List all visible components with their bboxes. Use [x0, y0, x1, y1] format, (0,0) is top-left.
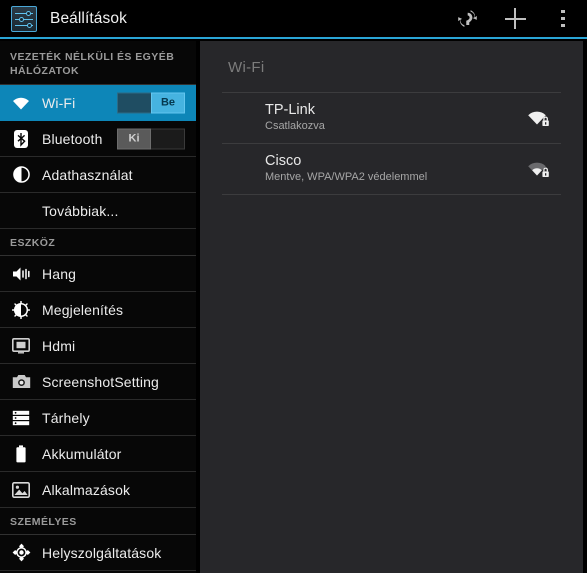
overflow-menu-icon — [561, 9, 565, 28]
overflow-menu-button[interactable] — [539, 0, 587, 37]
bluetooth-icon — [10, 128, 32, 150]
sidebar-item-label: Wi-Fi — [42, 94, 76, 111]
sidebar-item-label: Helyszolgáltatások — [42, 544, 162, 561]
data-usage-icon — [10, 164, 32, 186]
scan-refresh-icon — [457, 10, 477, 27]
location-icon — [10, 542, 32, 564]
battery-icon — [10, 443, 32, 465]
sidebar-item-applications[interactable]: Alkalmazások — [0, 472, 196, 508]
sidebar-item-storage[interactable]: Tárhely — [0, 400, 196, 436]
wifi-icon — [10, 92, 32, 114]
sidebar-item-battery[interactable]: Akkumulátor — [0, 436, 196, 472]
main-body: VEZETÉK NÉLKÜLI ÉS EGYÉB HÁLÓZATOK Wi-Fi… — [0, 41, 587, 573]
sound-icon — [10, 263, 32, 285]
display-brightness-icon — [10, 299, 32, 321]
wifi-content-panel: Wi-Fi TP-Link Csatlakozva Cisco Mentve, … — [197, 41, 587, 573]
network-status: Csatlakozva — [265, 120, 325, 132]
sidebar-item-label: Megjelenítés — [42, 301, 124, 318]
wifi-network-row[interactable]: Cisco Mentve, WPA/WPA2 védelemmel — [222, 144, 561, 195]
sidebar-item-label: Továbbiak... — [42, 202, 119, 219]
bluetooth-toggle[interactable]: Ki — [117, 128, 185, 149]
sidebar-item-display[interactable]: Megjelenítés — [0, 292, 196, 328]
section-header-device: ESZKÖZ — [0, 229, 196, 256]
wifi-signal-low-secured-icon — [525, 158, 551, 180]
storage-icon — [10, 407, 32, 429]
sidebar-item-label: Bluetooth — [42, 130, 103, 147]
section-header-wireless: VEZETÉK NÉLKÜLI ÉS EGYÉB HÁLÓZATOK — [0, 41, 196, 85]
page-title: Beállítások — [50, 9, 127, 27]
action-bar-buttons — [443, 0, 587, 37]
settings-sidebar[interactable]: VEZETÉK NÉLKÜLI ÉS EGYÉB HÁLÓZATOK Wi-Fi… — [0, 41, 197, 573]
sidebar-item-label: ScreenshotSetting — [42, 373, 159, 390]
sidebar-item-wifi[interactable]: Wi-Fi Be — [0, 85, 196, 121]
settings-sliders-icon — [11, 5, 37, 32]
sidebar-item-label: Akkumulátor — [42, 445, 122, 462]
network-name: Cisco — [265, 153, 302, 169]
sidebar-item-sound[interactable]: Hang — [0, 256, 196, 292]
sidebar-item-bluetooth[interactable]: Bluetooth Ki — [0, 121, 196, 157]
sidebar-item-label: Hang — [42, 265, 77, 282]
sidebar-item-more[interactable]: Továbbiak... — [0, 193, 196, 229]
sidebar-item-label: Hdmi — [42, 337, 76, 354]
sidebar-item-data-usage[interactable]: Adathasználat — [0, 157, 196, 193]
sidebar-item-location-services[interactable]: Helyszolgáltatások — [0, 535, 196, 571]
add-icon — [504, 8, 526, 29]
sidebar-item-screenshot-setting[interactable]: ScreenshotSetting — [0, 364, 196, 400]
camera-icon — [10, 371, 32, 393]
settings-app-window: Beállítások VEZETÉK NÉLKÜLI ÉS EGYÉB HÁL… — [0, 0, 587, 573]
sidebar-item-label: Adathasználat — [42, 166, 133, 183]
toggle-thumb: Ki — [117, 128, 151, 149]
wifi-toggle[interactable]: Be — [117, 92, 185, 113]
network-status: Mentve, WPA/WPA2 védelemmel — [265, 171, 428, 183]
scan-refresh-button[interactable] — [443, 0, 491, 37]
wifi-network-list: TP-Link Csatlakozva Cisco Mentve, WPA/WP… — [222, 92, 561, 195]
sidebar-item-label: Alkalmazások — [42, 481, 131, 498]
apps-image-icon — [10, 479, 32, 501]
wifi-signal-full-secured-icon — [525, 107, 551, 129]
action-bar: Beállítások — [0, 0, 587, 39]
network-name: TP-Link — [265, 102, 315, 118]
add-button[interactable] — [491, 0, 539, 37]
toggle-thumb: Be — [151, 92, 185, 113]
sidebar-item-hdmi[interactable]: Hdmi — [0, 328, 196, 364]
content-title: Wi-Fi — [228, 59, 265, 76]
section-header-personal: SZEMÉLYES — [0, 508, 196, 535]
wifi-network-row[interactable]: TP-Link Csatlakozva — [222, 93, 561, 144]
hdmi-screen-icon — [10, 335, 32, 357]
sidebar-item-label: Tárhely — [42, 409, 90, 426]
